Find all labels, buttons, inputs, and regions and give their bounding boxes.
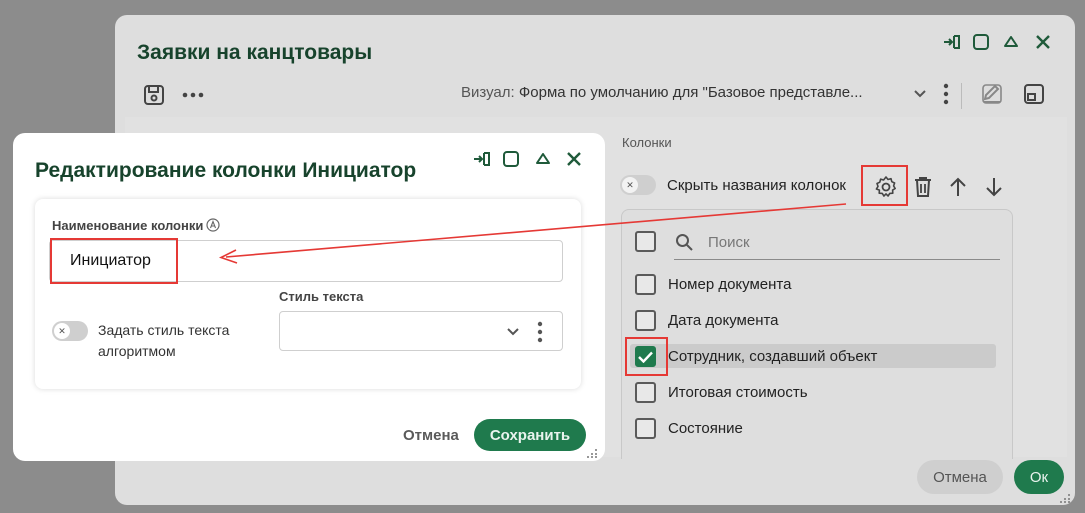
annotation-arrow <box>218 203 847 264</box>
